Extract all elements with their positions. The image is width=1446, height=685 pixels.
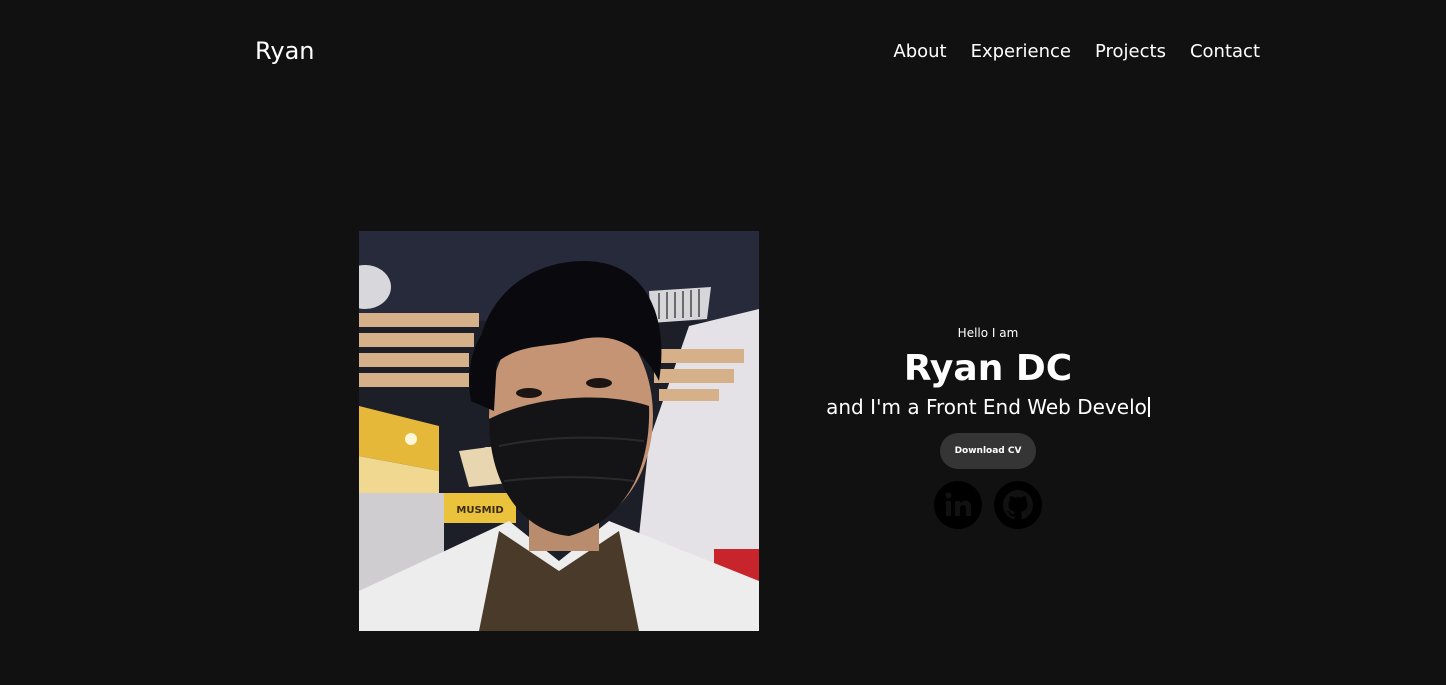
typing-cursor <box>1147 397 1150 417</box>
download-cv-button[interactable]: Download CV <box>940 433 1036 469</box>
navbar: Ryan About Experience Projects Contact <box>0 0 1446 100</box>
greeting-text: Hello I am <box>957 326 1019 340</box>
nav-links: About Experience Projects Contact <box>893 40 1260 64</box>
hero-name: Ryan DC <box>903 348 1073 389</box>
nav-link-contact[interactable]: Contact <box>1190 40 1260 64</box>
linkedin-icon[interactable] <box>934 481 982 529</box>
page: Ryan About Experience Projects Contact M… <box>0 0 1446 685</box>
nav-link-about[interactable]: About <box>893 40 946 64</box>
social-links <box>788 481 1188 529</box>
profile-photo: MUSMID <box>359 231 759 631</box>
nav-link-experience[interactable]: Experience <box>971 40 1071 64</box>
role-text: and I'm a Front End Web Develo <box>826 395 1147 419</box>
role-typing-text: and I'm a Front End Web Develo <box>788 393 1188 421</box>
hero-section: Hello I am Ryan DC and I'm a Front End W… <box>788 323 1188 529</box>
github-icon[interactable] <box>994 481 1042 529</box>
site-logo[interactable]: Ryan <box>255 36 314 66</box>
nav-link-projects[interactable]: Projects <box>1095 40 1166 64</box>
svg-text:MUSMID: MUSMID <box>456 505 503 516</box>
